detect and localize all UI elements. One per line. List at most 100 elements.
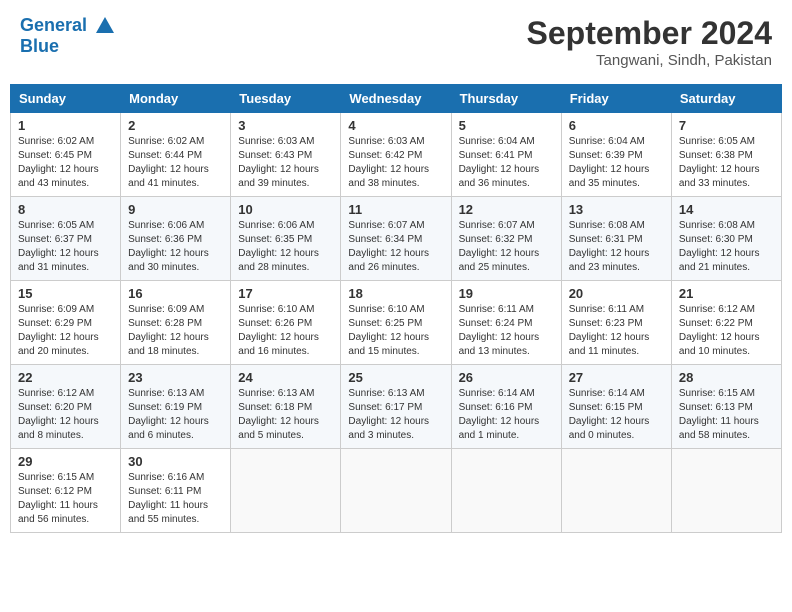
- calendar-cell: 1 Sunrise: 6:02 AM Sunset: 6:45 PM Daylig…: [11, 113, 121, 197]
- calendar-week-1: 1 Sunrise: 6:02 AM Sunset: 6:45 PM Daylig…: [11, 113, 782, 197]
- day-number: 12: [459, 202, 554, 217]
- weekday-header-monday: Monday: [121, 85, 231, 113]
- calendar-cell: 13 Sunrise: 6:08 AM Sunset: 6:31 PM Dayli…: [561, 197, 671, 281]
- day-info: Sunrise: 6:09 AM Sunset: 6:28 PM Dayligh…: [128, 303, 223, 359]
- calendar-cell: 3 Sunrise: 6:03 AM Sunset: 6:43 PM Daylig…: [231, 113, 341, 197]
- day-number: 18: [348, 286, 443, 301]
- day-number: 19: [459, 286, 554, 301]
- day-info: Sunrise: 6:06 AM Sunset: 6:36 PM Dayligh…: [128, 219, 223, 275]
- calendar-cell: [671, 449, 781, 533]
- day-number: 1: [18, 118, 113, 133]
- day-number: 17: [238, 286, 333, 301]
- calendar-week-2: 8 Sunrise: 6:05 AM Sunset: 6:37 PM Daylig…: [11, 197, 782, 281]
- weekday-header-thursday: Thursday: [451, 85, 561, 113]
- calendar-cell: 10 Sunrise: 6:06 AM Sunset: 6:35 PM Dayli…: [231, 197, 341, 281]
- calendar-cell: 16 Sunrise: 6:09 AM Sunset: 6:28 PM Dayli…: [121, 281, 231, 365]
- day-number: 29: [18, 454, 113, 469]
- calendar-cell: [561, 449, 671, 533]
- day-info: Sunrise: 6:12 AM Sunset: 6:22 PM Dayligh…: [679, 303, 774, 359]
- day-number: 24: [238, 370, 333, 385]
- calendar-cell: 21 Sunrise: 6:12 AM Sunset: 6:22 PM Dayli…: [671, 281, 781, 365]
- day-number: 8: [18, 202, 113, 217]
- calendar-cell: 6Sunrise: 6:04 AM Sunset: 6:39 PM Daylig…: [561, 113, 671, 197]
- day-info: Sunrise: 6:14 AM Sunset: 6:15 PM Dayligh…: [569, 387, 664, 443]
- logo-text: General: [20, 15, 116, 37]
- day-info: Sunrise: 6:05 AM Sunset: 6:37 PM Dayligh…: [18, 219, 113, 275]
- day-info: Sunrise: 6:15 AM Sunset: 6:13 PM Dayligh…: [679, 387, 774, 443]
- calendar-cell: 23Sunrise: 6:13 AM Sunset: 6:19 PM Dayli…: [121, 365, 231, 449]
- calendar-week-3: 15Sunrise: 6:09 AM Sunset: 6:29 PM Dayli…: [11, 281, 782, 365]
- calendar-cell: 20Sunrise: 6:11 AM Sunset: 6:23 PM Dayli…: [561, 281, 671, 365]
- day-number: 2: [128, 118, 223, 133]
- weekday-header-sunday: Sunday: [11, 85, 121, 113]
- calendar-cell: [451, 449, 561, 533]
- page-header: General Blue September 2024 Tangwani, Si…: [10, 10, 782, 74]
- day-info: Sunrise: 6:04 AM Sunset: 6:39 PM Dayligh…: [569, 135, 664, 191]
- day-info: Sunrise: 6:04 AM Sunset: 6:41 PM Dayligh…: [459, 135, 554, 191]
- day-number: 30: [128, 454, 223, 469]
- day-info: Sunrise: 6:07 AM Sunset: 6:32 PM Dayligh…: [459, 219, 554, 275]
- calendar-cell: 15Sunrise: 6:09 AM Sunset: 6:29 PM Dayli…: [11, 281, 121, 365]
- calendar-header-row: SundayMondayTuesdayWednesdayThursdayFrid…: [11, 85, 782, 113]
- calendar-cell: 22 Sunrise: 6:12 AM Sunset: 6:20 PM Dayli…: [11, 365, 121, 449]
- day-info: Sunrise: 6:14 AM Sunset: 6:16 PM Dayligh…: [459, 387, 554, 443]
- weekday-header-friday: Friday: [561, 85, 671, 113]
- calendar-cell: 14 Sunrise: 6:08 AM Sunset: 6:30 PM Dayli…: [671, 197, 781, 281]
- weekday-header-tuesday: Tuesday: [231, 85, 341, 113]
- day-info: Sunrise: 6:16 AM Sunset: 6:11 PM Dayligh…: [128, 471, 223, 527]
- day-number: 26: [459, 370, 554, 385]
- day-number: 27: [569, 370, 664, 385]
- day-number: 13: [569, 202, 664, 217]
- calendar-cell: 11Sunrise: 6:07 AM Sunset: 6:34 PM Dayli…: [341, 197, 451, 281]
- day-info: Sunrise: 6:02 AM Sunset: 6:45 PM Dayligh…: [18, 135, 113, 191]
- calendar-cell: 27 Sunrise: 6:14 AM Sunset: 6:15 PM Dayli…: [561, 365, 671, 449]
- calendar-cell: 26 Sunrise: 6:14 AM Sunset: 6:16 PM Dayli…: [451, 365, 561, 449]
- day-info: Sunrise: 6:03 AM Sunset: 6:43 PM Dayligh…: [238, 135, 333, 191]
- day-info: Sunrise: 6:13 AM Sunset: 6:18 PM Dayligh…: [238, 387, 333, 443]
- calendar-week-5: 29 Sunrise: 6:15 AM Sunset: 6:12 PM Dayli…: [11, 449, 782, 533]
- location-title: Tangwani, Sindh, Pakistan: [527, 52, 772, 69]
- calendar-cell: 9 Sunrise: 6:06 AM Sunset: 6:36 PM Daylig…: [121, 197, 231, 281]
- day-info: Sunrise: 6:05 AM Sunset: 6:38 PM Dayligh…: [679, 135, 774, 191]
- calendar-cell: 25Sunrise: 6:13 AM Sunset: 6:17 PM Dayli…: [341, 365, 451, 449]
- calendar-cell: 29 Sunrise: 6:15 AM Sunset: 6:12 PM Dayli…: [11, 449, 121, 533]
- calendar-cell: 12 Sunrise: 6:07 AM Sunset: 6:32 PM Dayli…: [451, 197, 561, 281]
- calendar-cell: 17Sunrise: 6:10 AM Sunset: 6:26 PM Dayli…: [231, 281, 341, 365]
- day-number: 22: [18, 370, 113, 385]
- calendar-cell: 28Sunrise: 6:15 AM Sunset: 6:13 PM Dayli…: [671, 365, 781, 449]
- calendar-cell: 4Sunrise: 6:03 AM Sunset: 6:42 PM Daylig…: [341, 113, 451, 197]
- calendar-cell: [341, 449, 451, 533]
- day-info: Sunrise: 6:12 AM Sunset: 6:20 PM Dayligh…: [18, 387, 113, 443]
- day-number: 21: [679, 286, 774, 301]
- day-info: Sunrise: 6:02 AM Sunset: 6:44 PM Dayligh…: [128, 135, 223, 191]
- calendar-cell: 2 Sunrise: 6:02 AM Sunset: 6:44 PM Daylig…: [121, 113, 231, 197]
- day-info: Sunrise: 6:08 AM Sunset: 6:30 PM Dayligh…: [679, 219, 774, 275]
- day-number: 11: [348, 202, 443, 217]
- day-info: Sunrise: 6:15 AM Sunset: 6:12 PM Dayligh…: [18, 471, 113, 527]
- calendar-week-4: 22 Sunrise: 6:12 AM Sunset: 6:20 PM Dayli…: [11, 365, 782, 449]
- day-number: 5: [459, 118, 554, 133]
- weekday-header-wednesday: Wednesday: [341, 85, 451, 113]
- calendar-cell: 5 Sunrise: 6:04 AM Sunset: 6:41 PM Daylig…: [451, 113, 561, 197]
- calendar-body: 1 Sunrise: 6:02 AM Sunset: 6:45 PM Daylig…: [11, 113, 782, 533]
- title-block: September 2024 Tangwani, Sindh, Pakistan: [527, 15, 772, 69]
- day-number: 20: [569, 286, 664, 301]
- day-info: Sunrise: 6:03 AM Sunset: 6:42 PM Dayligh…: [348, 135, 443, 191]
- day-info: Sunrise: 6:13 AM Sunset: 6:19 PM Dayligh…: [128, 387, 223, 443]
- day-number: 9: [128, 202, 223, 217]
- day-number: 14: [679, 202, 774, 217]
- day-number: 3: [238, 118, 333, 133]
- day-info: Sunrise: 6:06 AM Sunset: 6:35 PM Dayligh…: [238, 219, 333, 275]
- calendar-cell: 18Sunrise: 6:10 AM Sunset: 6:25 PM Dayli…: [341, 281, 451, 365]
- day-number: 10: [238, 202, 333, 217]
- calendar-cell: [231, 449, 341, 533]
- calendar-cell: 24 Sunrise: 6:13 AM Sunset: 6:18 PM Dayli…: [231, 365, 341, 449]
- day-info: Sunrise: 6:08 AM Sunset: 6:31 PM Dayligh…: [569, 219, 664, 275]
- logo: General Blue: [20, 15, 116, 57]
- calendar-cell: 7 Sunrise: 6:05 AM Sunset: 6:38 PM Daylig…: [671, 113, 781, 197]
- month-title: September 2024: [527, 15, 772, 52]
- day-number: 16: [128, 286, 223, 301]
- day-number: 7: [679, 118, 774, 133]
- day-number: 15: [18, 286, 113, 301]
- calendar-cell: 19Sunrise: 6:11 AM Sunset: 6:24 PM Dayli…: [451, 281, 561, 365]
